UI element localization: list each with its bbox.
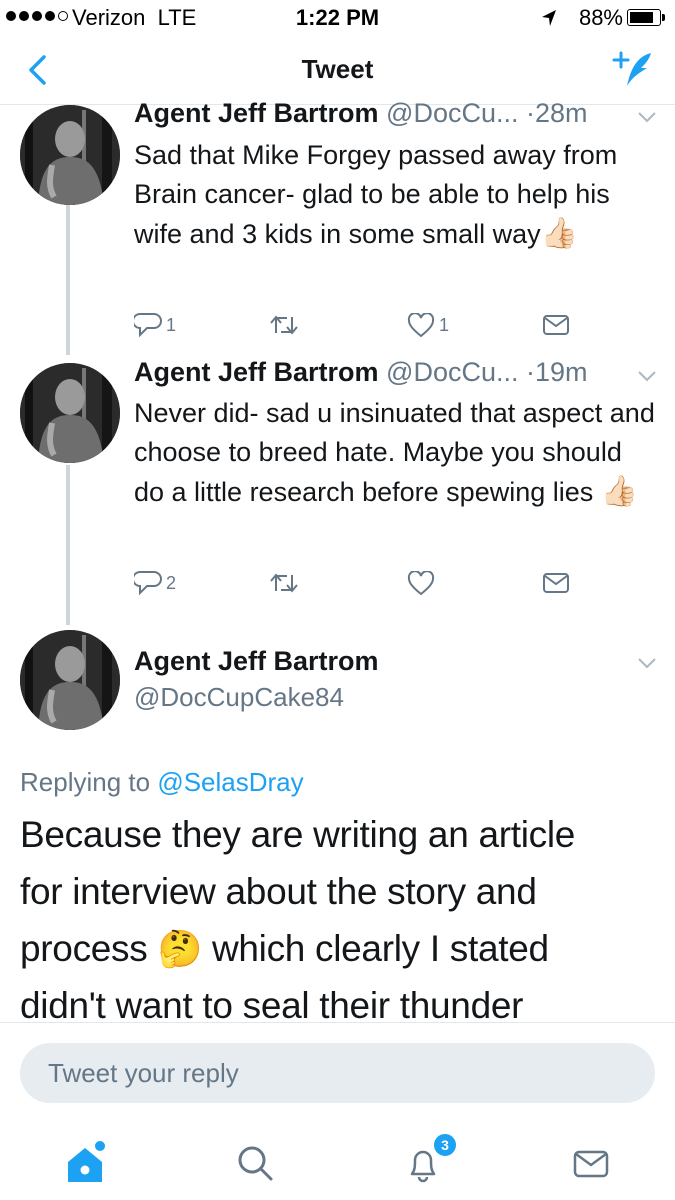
retweet-icon	[270, 315, 298, 335]
avatar[interactable]	[20, 105, 120, 205]
status-bar: Verizon LTE 1:22 PM 88%	[0, 0, 675, 36]
mail-icon	[543, 315, 569, 335]
handle[interactable]: @DocCupCake84	[134, 682, 344, 713]
reply-input[interactable]	[20, 1043, 655, 1103]
avatar-photo	[20, 630, 120, 730]
reply-count: 1	[166, 314, 177, 335]
search-icon[interactable]	[230, 1138, 280, 1188]
compose-tweet-icon[interactable]	[611, 50, 655, 90]
tab-bar: 3	[0, 1122, 675, 1200]
thread-connector-line	[66, 205, 70, 355]
retweet-icon	[270, 573, 298, 593]
like-count: 1	[439, 314, 450, 335]
timestamp: ·19m	[526, 357, 588, 387]
heart-icon	[407, 570, 435, 595]
avatar-photo	[20, 105, 120, 205]
tweet-text: Never did- sad u insinuated that aspect …	[134, 394, 659, 512]
handle[interactable]: @DocCu...	[386, 357, 518, 387]
notifications-badge: 3	[432, 1132, 458, 1158]
like-action[interactable]: 1	[407, 312, 542, 338]
replying-prefix: Replying to	[20, 767, 158, 797]
messages-icon[interactable]	[566, 1138, 616, 1188]
main-tweet-text: Because they are writing an article for …	[20, 806, 620, 1022]
timestamp: ·28m	[526, 98, 588, 128]
chevron-down-icon[interactable]	[637, 110, 657, 124]
tweet-actions: 2	[134, 570, 574, 596]
reply-action[interactable]: 2	[134, 570, 269, 596]
dm-action[interactable]	[542, 572, 570, 594]
thumbs-up-emoji: 👍🏻	[540, 217, 579, 250]
display-name[interactable]: Agent Jeff Bartrom	[134, 646, 379, 677]
reply-bar	[0, 1022, 675, 1123]
thinking-face-emoji: 🤔	[157, 928, 202, 969]
dm-action[interactable]	[542, 314, 570, 336]
tweet-text-content: Never did- sad u insinuated that aspect …	[134, 398, 655, 507]
avatar[interactable]	[20, 363, 120, 463]
like-action[interactable]	[407, 570, 542, 596]
chevron-down-icon[interactable]	[637, 656, 657, 670]
location-arrow-icon	[542, 10, 556, 26]
status-time: 1:22 PM	[295, 5, 380, 30]
avatar[interactable]	[20, 630, 120, 730]
display-name[interactable]: Agent Jeff Bartrom	[134, 357, 379, 387]
battery-percent: 88%	[578, 5, 623, 30]
tweet-header: Agent Jeff Bartrom @DocCu... ·28m	[134, 98, 588, 129]
tweet-header: Agent Jeff Bartrom @DocCu... ·19m	[134, 357, 588, 388]
reply-action[interactable]: 1	[134, 312, 269, 338]
battery-icon	[627, 9, 665, 26]
replying-to-line: Replying to @SelasDray	[20, 767, 304, 798]
mail-icon	[543, 573, 569, 593]
home-icon[interactable]	[60, 1138, 110, 1188]
handle[interactable]: @DocCu...	[386, 98, 518, 128]
replying-to-link[interactable]: @SelasDray	[157, 767, 303, 797]
avatar-photo	[20, 363, 120, 463]
page-title: Tweet	[301, 54, 374, 84]
chevron-down-icon[interactable]	[637, 369, 657, 383]
tweet-actions: 1 1	[134, 312, 574, 338]
reply-icon	[134, 571, 162, 596]
retweet-action[interactable]	[269, 571, 407, 595]
tweet-text: Sad that Mike Forgey passed away from Br…	[134, 136, 659, 254]
reply-count: 2	[166, 572, 177, 593]
retweet-action[interactable]	[269, 313, 407, 337]
reply-icon	[134, 313, 162, 338]
display-name[interactable]: Agent Jeff Bartrom	[134, 98, 379, 128]
navigation-bar: Tweet	[0, 36, 675, 105]
thumbs-up-emoji: 👍🏻	[600, 475, 639, 508]
heart-icon	[407, 312, 435, 337]
thread-connector-line	[66, 465, 70, 625]
